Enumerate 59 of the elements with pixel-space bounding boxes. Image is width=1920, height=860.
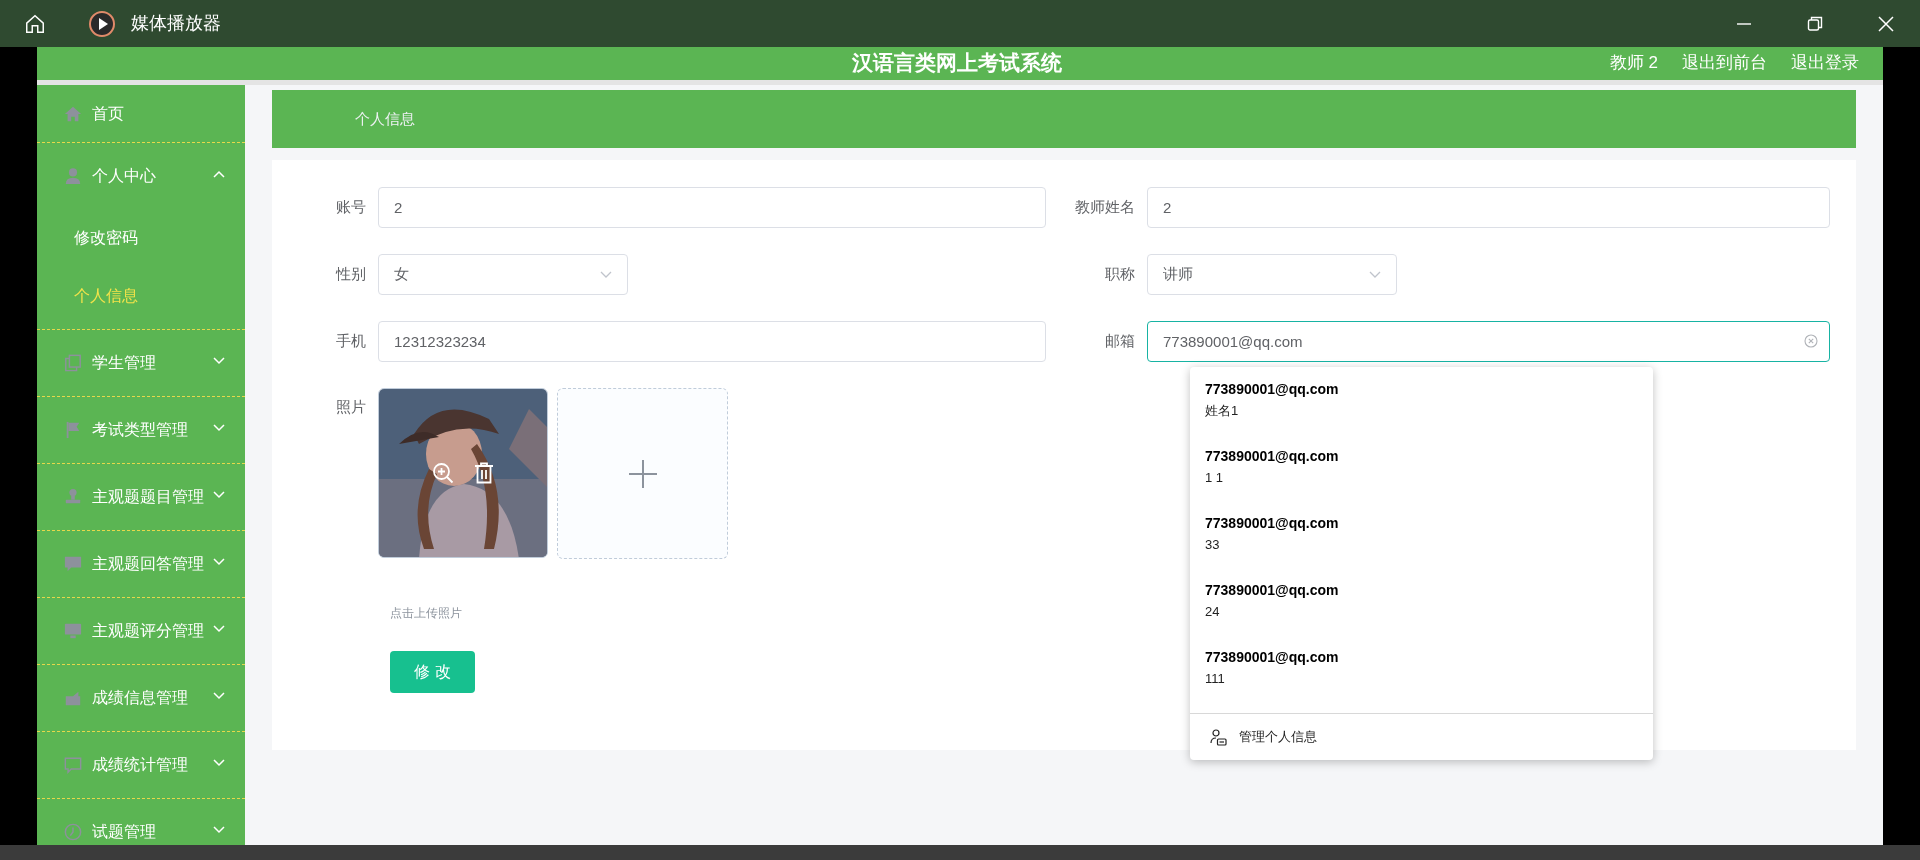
input-field[interactable]: 773890001@qq.com [1147,321,1830,362]
sidebar-item[interactable]: 主观题评分管理 [37,598,245,664]
suggestion-item[interactable]: 773890001@qq.com 24 [1190,579,1653,646]
trash-icon[interactable] [474,462,494,484]
menu-icon [64,104,82,123]
header-link[interactable]: 退出到前台 [1682,52,1767,74]
menu-icon [64,689,82,707]
suggestion-item[interactable]: 773890001@qq.com 111 [1190,646,1653,713]
close-icon[interactable] [1878,15,1894,32]
submit-button[interactable]: 修 改 [390,651,475,693]
field-label: 账号 [335,197,367,218]
menu-icon [64,488,82,506]
sidebar-item[interactable]: 学生管理 [37,330,245,396]
suggestion-item[interactable]: 773890001@qq.com 姓名1 [1190,378,1653,445]
suggestion-item[interactable]: 773890001@qq.com 1 1 [1190,445,1653,512]
app-title: 汉语言类网上考试系统 [852,50,1062,76]
sidebar-item[interactable]: 考试类型管理 [37,397,245,463]
zoom-in-icon[interactable] [432,462,454,484]
select-field[interactable]: 讲师 [1147,254,1397,295]
sidebar-item[interactable]: 成绩统计管理 [37,732,245,798]
sidebar-item[interactable]: 个人中心 [37,143,245,209]
field-label: 照片 [335,397,367,417]
field-label: 职称 [1104,264,1136,285]
sidebar-item[interactable]: 试题管理 [37,799,245,845]
plus-icon [628,459,657,488]
field-label: 教师姓名 [1074,197,1136,218]
header-link[interactable]: 教师 2 [1609,52,1658,74]
sidebar-item[interactable]: 首页 [37,85,245,142]
field-label: 手机 [335,331,367,352]
suggestion-item[interactable]: 773890001@qq.com 33 [1190,512,1653,579]
submenu-item[interactable]: 个人信息 [37,267,245,325]
chevron-down-icon [1369,270,1381,279]
input-field[interactable]: 2 [378,187,1046,228]
play-icon [88,9,116,38]
header-link[interactable]: 退出登录 [1791,52,1859,74]
sidebar-item[interactable]: 主观题回答管理 [37,531,245,597]
sidebar-item[interactable]: 成绩信息管理 [37,665,245,731]
input-field[interactable]: 2 [1147,187,1830,228]
window-title: 媒体播放器 [131,12,221,35]
breadcrumb-text: 个人信息 [355,108,415,129]
input-field[interactable]: 12312323234 [378,321,1046,362]
manage-link[interactable]: 管理个人信息 [1190,713,1653,760]
menu-icon [64,555,82,573]
field-label: 性别 [334,264,367,285]
field-label: 邮箱 [1104,331,1136,352]
menu-icon [64,823,82,841]
menu-icon [64,354,82,372]
chevron-down-icon [600,270,612,279]
menu-icon [64,622,82,640]
restore-icon[interactable] [1807,15,1823,32]
menu-icon [64,167,82,185]
person-card-icon [1210,728,1227,746]
menu-icon [64,756,82,774]
home-icon[interactable] [24,12,46,35]
sidebar-item[interactable]: 主观题题目管理 [37,464,245,530]
select-field[interactable]: 女 [378,254,628,295]
upload-hint: 点击上传照片 [390,605,462,622]
menu-icon [64,421,82,439]
submenu-item[interactable]: 修改密码 [37,209,245,267]
